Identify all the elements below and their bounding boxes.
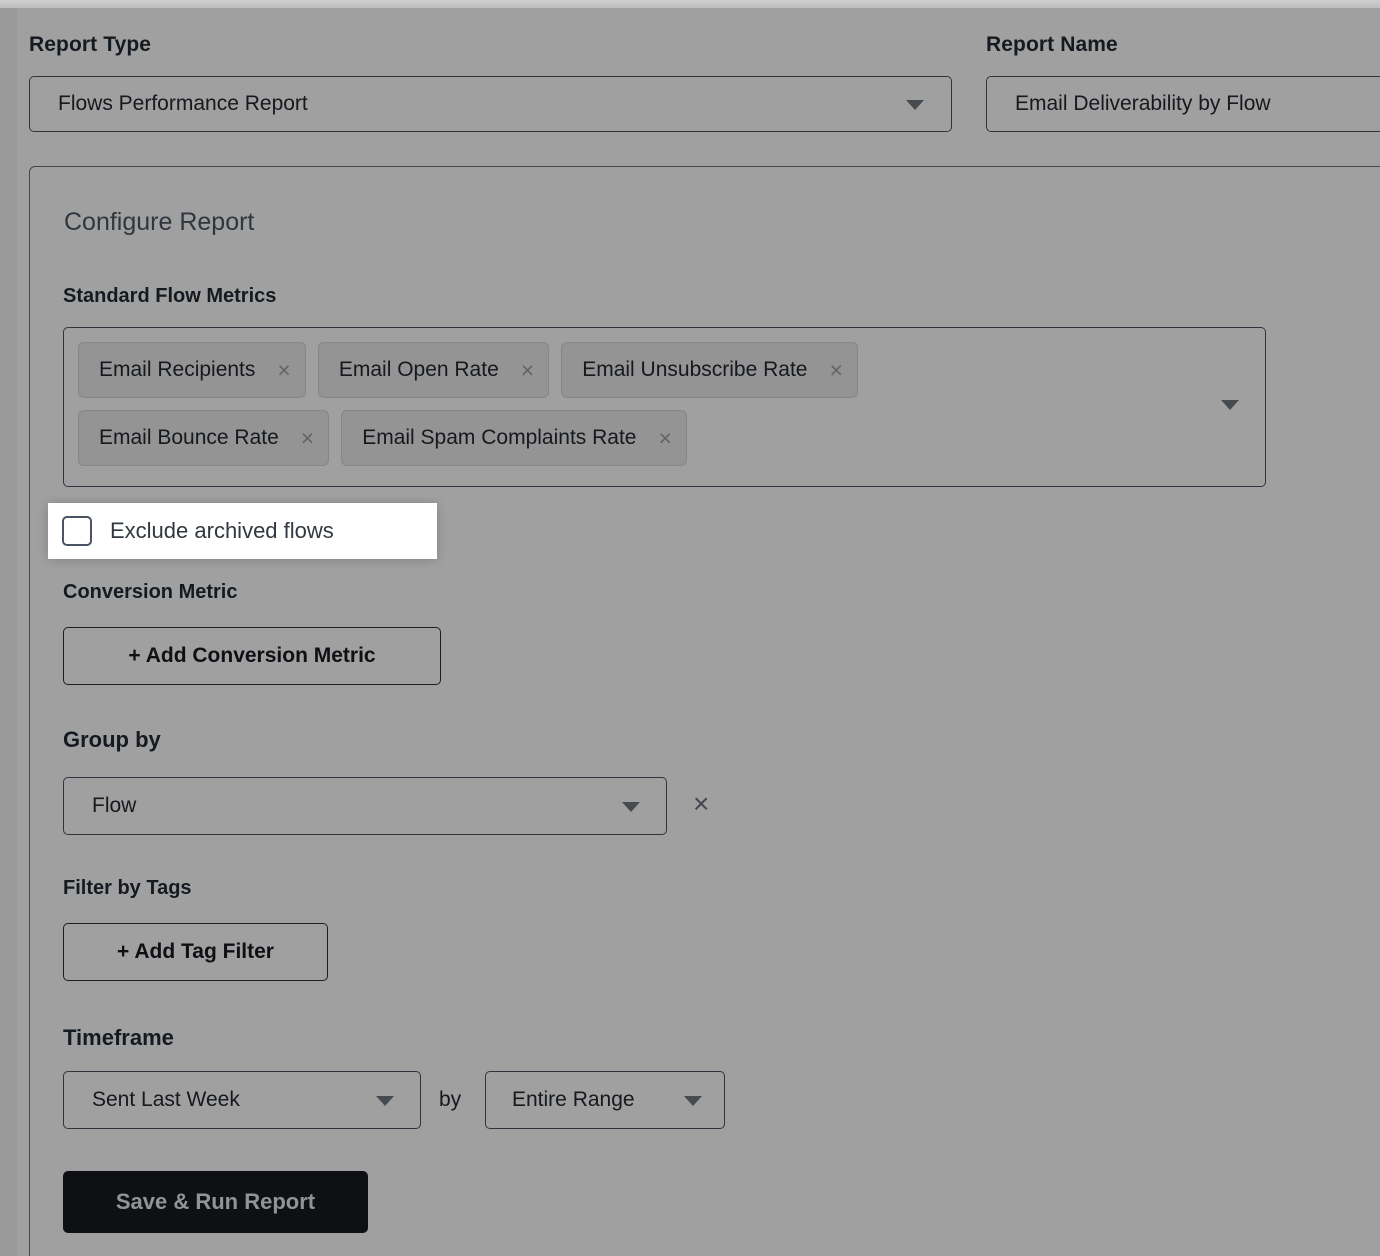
metric-chip[interactable]: Email Spam Complaints Rate × [341,410,687,466]
exclude-archived-flows-label-highlighted: Exclude archived flows [110,518,334,544]
conversion-metric-label: Conversion Metric [63,581,237,604]
group-by-label: Group by [63,727,161,753]
metric-chip[interactable]: Email Unsubscribe Rate × [561,342,858,398]
report-builder-page: Report Type Flows Performance Report Rep… [0,0,1380,1256]
close-icon[interactable]: × [277,359,290,382]
timeframe-select[interactable]: Sent Last Week [63,1071,421,1129]
chevron-down-icon [622,802,640,812]
standard-flow-metrics-label: Standard Flow Metrics [63,285,276,308]
close-icon[interactable]: × [301,427,314,450]
filter-by-tags-label: Filter by Tags [63,877,192,900]
group-by-value: Flow [64,794,136,818]
group-by-select[interactable]: Flow [63,777,667,835]
configure-report-card: Configure Report Standard Flow Metrics E… [29,166,1380,1256]
timeframe-label: Timeframe [63,1025,174,1051]
add-conversion-metric-button[interactable]: + Add Conversion Metric [63,627,441,685]
standard-flow-metrics-multiselect[interactable]: Email Recipients × Email Open Rate × Ema… [63,327,1266,487]
metric-chip-label: Email Spam Complaints Rate [362,426,636,450]
report-type-select[interactable]: Flows Performance Report [29,76,952,132]
remove-group-by-button[interactable]: × [693,790,709,818]
chevron-down-icon [376,1096,394,1106]
metric-chip[interactable]: Email Open Rate × [318,342,549,398]
report-name-input[interactable] [986,76,1380,132]
metric-chip-label: Email Recipients [99,358,255,382]
save-and-run-report-button[interactable]: Save & Run Report [63,1171,368,1233]
report-name-label: Report Name [986,33,1118,57]
metric-chip[interactable]: Email Recipients × [78,342,306,398]
exclude-archived-flows-checkbox-highlighted[interactable] [62,516,92,546]
metrics-chip-row-1: Email Recipients × Email Open Rate × Ema… [78,342,1253,398]
report-type-label: Report Type [29,33,151,57]
report-meta-row: Report Type Flows Performance Report Rep… [0,0,1380,160]
timeframe-range-value: Entire Range [486,1088,635,1112]
chevron-down-icon[interactable] [1221,400,1239,410]
chevron-down-icon [684,1096,702,1106]
metric-chip-label: Email Bounce Rate [99,426,279,450]
timeframe-value: Sent Last Week [64,1088,240,1112]
timeframe-range-select[interactable]: Entire Range [485,1071,725,1129]
close-icon[interactable]: × [521,359,534,382]
close-icon[interactable]: × [829,359,842,382]
page-title: Configure Report [64,208,254,237]
highlighted-exclude-archived-flows-row[interactable]: Exclude archived flows [62,515,334,547]
metric-chip-label: Email Unsubscribe Rate [582,358,807,382]
close-icon[interactable]: × [658,427,671,450]
metrics-chip-row-2: Email Bounce Rate × Email Spam Complaint… [78,410,1253,466]
add-tag-filter-button[interactable]: + Add Tag Filter [63,923,328,981]
chevron-down-icon [906,100,924,110]
timeframe-by-word: by [439,1088,461,1112]
metric-chip-label: Email Open Rate [339,358,499,382]
report-type-value: Flows Performance Report [30,92,308,116]
screenshot-root: Report Type Flows Performance Report Rep… [0,0,1380,1256]
metric-chip[interactable]: Email Bounce Rate × [78,410,329,466]
